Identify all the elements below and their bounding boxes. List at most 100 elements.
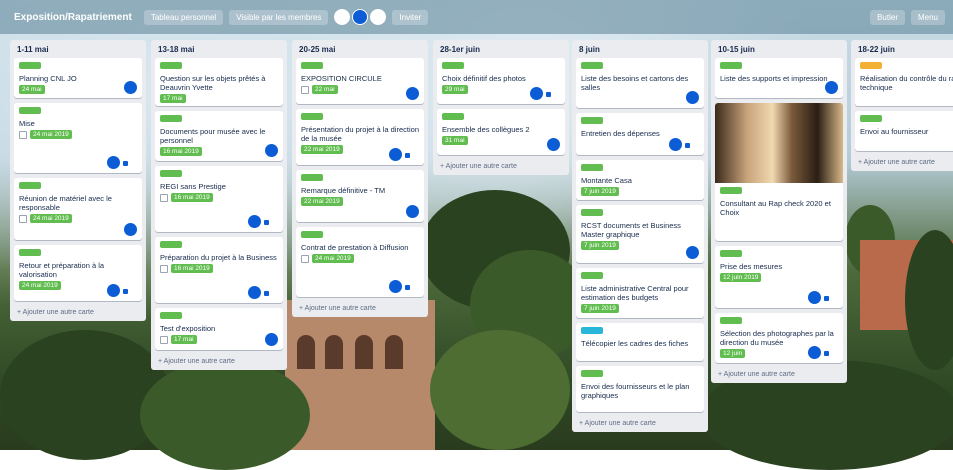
card-label <box>860 62 882 69</box>
due-date-badge[interactable]: 16 mai 2019 <box>160 147 202 156</box>
due-date-badge[interactable]: 7 juin 2019 <box>581 241 619 250</box>
list-title[interactable]: 20-25 mai <box>296 43 424 58</box>
card-label <box>860 115 882 122</box>
card[interactable]: Documents pour musée avec le personnel 1… <box>155 111 283 161</box>
member-avatar[interactable] <box>686 91 699 104</box>
card[interactable]: Contrat de prestation à Diffusion 24 mai… <box>296 227 424 297</box>
due-date-badge[interactable]: 22 mai 2019 <box>301 145 343 154</box>
card[interactable]: Retour et préparation à la valorisation … <box>14 245 142 301</box>
card[interactable]: Liste administrative Central pour estima… <box>576 268 704 318</box>
due-date-badge[interactable]: 22 mai <box>312 85 338 94</box>
member-avatar[interactable] <box>808 291 821 304</box>
due-date-badge[interactable]: 24 mai 2019 <box>30 214 72 223</box>
menu-button[interactable]: Menu <box>910 9 945 25</box>
due-date-badge[interactable]: 24 mai 2019 <box>312 254 354 263</box>
due-date-badge[interactable]: 16 mai 2019 <box>171 193 213 202</box>
invite-button[interactable]: Inviter <box>392 9 429 25</box>
member-avatar[interactable] <box>107 284 120 297</box>
list-title[interactable]: 18-22 juin <box>855 43 953 58</box>
card[interactable]: Test d'exposition 17 mai <box>155 308 283 350</box>
due-date-badge[interactable]: 12 juin <box>720 349 746 358</box>
card-label <box>720 187 742 194</box>
due-date-badge[interactable]: 17 mai <box>171 335 197 344</box>
add-card-button[interactable]: + Ajouter une autre carte <box>715 368 843 379</box>
butler-button[interactable]: Butler <box>870 9 905 25</box>
due-date-badge[interactable]: 12 juin 2019 <box>720 273 762 282</box>
card[interactable]: Télécopier les cadres des fiches <box>576 323 704 361</box>
card[interactable]: Réalisation du contrôle du rapport techn… <box>855 58 953 106</box>
list-title[interactable]: 13-18 mai <box>155 43 283 58</box>
list-title[interactable]: 8 juin <box>576 43 704 58</box>
add-card-button[interactable]: + Ajouter une autre carte <box>14 306 142 317</box>
member-avatar[interactable] <box>530 87 543 100</box>
card[interactable]: Question sur les objets prêtés à Deauvri… <box>155 58 283 106</box>
add-card-button[interactable]: + Ajouter une autre carte <box>437 160 565 171</box>
member-avatar[interactable] <box>265 333 278 346</box>
member-avatar[interactable] <box>124 81 137 94</box>
list: 1-11 mai Planning CNL JO 24 mai Mise 24 … <box>10 40 146 321</box>
add-card-button[interactable]: + Ajouter une autre carte <box>296 302 424 313</box>
card[interactable]: Choix définitif des photos 29 mai <box>437 58 565 104</box>
list: 8 juin Liste des besoins et cartons des … <box>572 40 708 432</box>
card[interactable]: Liste des supports et impression <box>715 58 843 98</box>
card[interactable]: Préparation du projet à la Business 16 m… <box>155 237 283 303</box>
member-avatar[interactable] <box>547 138 560 151</box>
member-avatar[interactable] <box>808 346 821 359</box>
member-avatar[interactable] <box>107 156 120 169</box>
add-card-button[interactable]: + Ajouter une autre carte <box>576 417 704 428</box>
card[interactable]: Présentation du projet à la direction de… <box>296 109 424 165</box>
member-avatar[interactable] <box>248 215 261 228</box>
member-avatar[interactable] <box>389 280 402 293</box>
member-avatar[interactable] <box>124 223 137 236</box>
member-avatar[interactable] <box>265 144 278 157</box>
due-date-badge[interactable]: 24 mai 2019 <box>30 130 72 139</box>
avatar[interactable] <box>352 9 369 25</box>
list-title[interactable]: 10-15 juin <box>715 43 843 58</box>
description-icon <box>160 335 168 344</box>
member-avatar[interactable] <box>406 205 419 218</box>
due-date-badge[interactable]: 24 mai <box>19 85 45 94</box>
member-avatar[interactable] <box>825 81 838 94</box>
member-avatar[interactable] <box>406 87 419 100</box>
due-date-badge[interactable]: 31 mai <box>442 136 468 145</box>
add-card-button[interactable]: + Ajouter une autre carte <box>855 156 953 167</box>
card[interactable]: Mise 24 mai 2019 <box>14 103 142 173</box>
card-label <box>19 249 41 256</box>
visibility-button[interactable]: Visible par les membres <box>229 9 329 25</box>
due-date-badge[interactable]: 24 mai 2019 <box>19 281 61 290</box>
list-title[interactable]: 28-1er juin <box>437 43 565 58</box>
card[interactable]: Liste des besoins et cartons des salles <box>576 58 704 108</box>
avatar[interactable] <box>334 9 351 25</box>
card[interactable]: RCST documents et Business Master graphi… <box>576 205 704 263</box>
member-avatar[interactable] <box>248 286 261 299</box>
due-date-badge[interactable]: 29 mai <box>442 85 468 94</box>
card-title: Liste des besoins et cartons des salles <box>581 74 689 92</box>
list-title[interactable]: 1-11 mai <box>14 43 142 58</box>
due-date-badge[interactable]: 7 juin 2019 <box>581 304 619 313</box>
card[interactable]: Envoi des fournisseurs et le plan graphi… <box>576 366 704 412</box>
due-date-badge[interactable]: 17 mai <box>160 94 186 103</box>
card[interactable]: Envoi au fournisseur <box>855 111 953 151</box>
personal-board-button[interactable]: Tableau personnel <box>143 9 224 25</box>
add-card-button[interactable]: + Ajouter une autre carte <box>155 355 283 366</box>
card[interactable]: Ensemble des collègues 2 31 mai <box>437 109 565 155</box>
avatar[interactable] <box>370 9 387 25</box>
card[interactable]: Montante Casa 7 juin 2019 <box>576 160 704 200</box>
member-avatar[interactable] <box>686 246 699 259</box>
card[interactable]: Réunion de matériel avec le responsable … <box>14 178 142 240</box>
card[interactable]: Planning CNL JO 24 mai <box>14 58 142 98</box>
due-date-badge[interactable]: 16 mai 2019 <box>171 264 213 273</box>
arrow-icon <box>264 291 269 296</box>
card[interactable]: EXPOSITION CIRCULE 22 mai <box>296 58 424 104</box>
member-avatar[interactable] <box>389 148 402 161</box>
board-title[interactable]: Exposition/Rapatriement <box>8 9 138 26</box>
due-date-badge[interactable]: 7 juin 2019 <box>581 187 619 196</box>
card[interactable]: Consultant au Rap check 2020 et Choix <box>715 103 843 241</box>
card[interactable]: Entretien des dépenses <box>576 113 704 155</box>
card[interactable]: Prise des mesures 12 juin 2019 <box>715 246 843 308</box>
card[interactable]: Sélection des photographes par la direct… <box>715 313 843 363</box>
card[interactable]: REGI sans Prestige 16 mai 2019 <box>155 166 283 232</box>
card[interactable]: Remarque définitive - TM 22 mai 2019 <box>296 170 424 222</box>
member-avatar[interactable] <box>669 138 682 151</box>
due-date-badge[interactable]: 22 mai 2019 <box>301 197 343 206</box>
